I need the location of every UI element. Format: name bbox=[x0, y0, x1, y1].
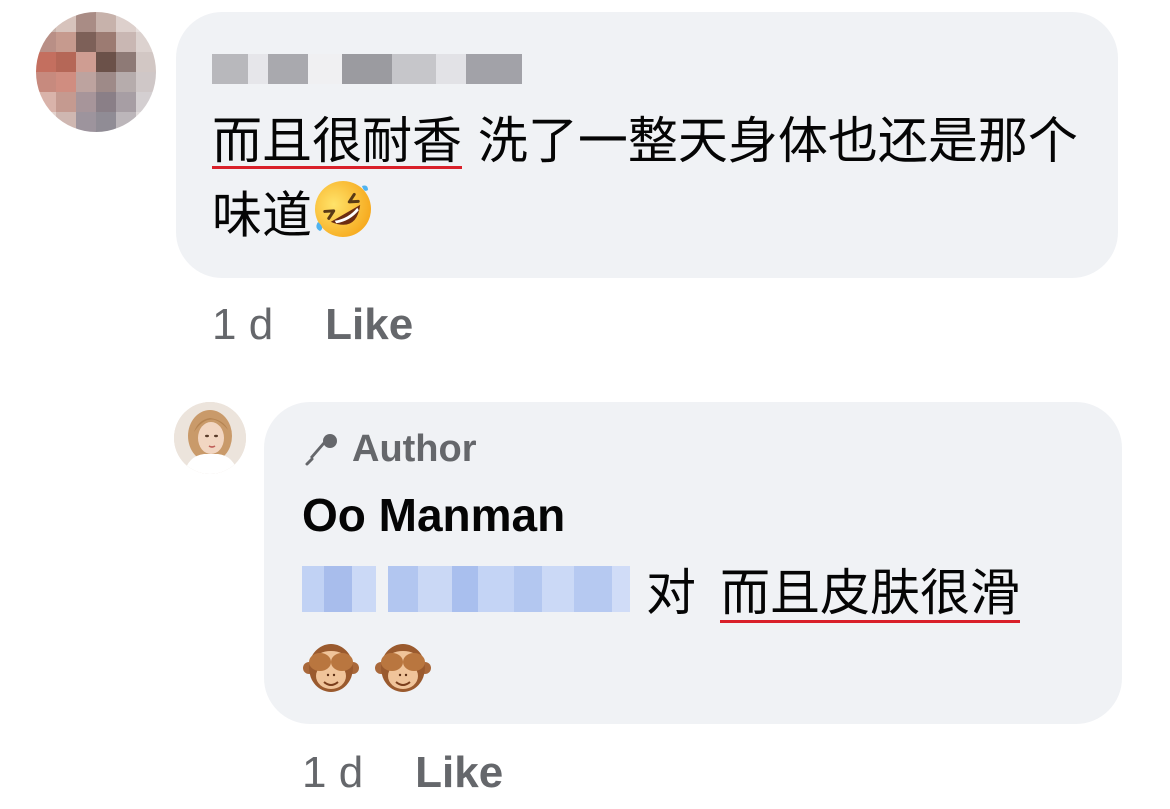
reply-word: 对 bbox=[646, 564, 696, 622]
comment-meta: 1 d Like bbox=[212, 300, 413, 350]
reply-text-underlined: 而且皮肤很滑 bbox=[720, 564, 1020, 622]
comment-text-underlined: 而且很耐香 bbox=[212, 112, 462, 170]
author-badge-label: Author bbox=[352, 428, 477, 470]
author-avatar[interactable] bbox=[174, 402, 246, 474]
microphone-icon bbox=[305, 433, 337, 465]
reply-text: 对 而且皮肤很滑 bbox=[302, 556, 1020, 622]
rolling-on-floor-laughing-icon bbox=[312, 178, 374, 260]
reply-meta: 1 d Like bbox=[302, 748, 503, 798]
commenter-avatar[interactable] bbox=[36, 12, 156, 132]
author-badge: Author bbox=[302, 428, 477, 471]
mention-tag-blurred[interactable] bbox=[302, 566, 630, 612]
comment-like-button[interactable]: Like bbox=[325, 300, 413, 350]
commenter-name-blurred[interactable] bbox=[212, 54, 522, 84]
reply-like-button[interactable]: Like bbox=[415, 748, 503, 798]
see-no-evil-monkey-icon bbox=[375, 644, 431, 692]
see-no-evil-monkey-icon bbox=[303, 644, 359, 692]
reply-emojis bbox=[302, 640, 432, 698]
reply-timestamp[interactable]: 1 d bbox=[302, 748, 363, 798]
comment-text: 而且很耐香 洗了一整天身体也还是那个味道 bbox=[212, 104, 1092, 260]
comment-timestamp[interactable]: 1 d bbox=[212, 300, 273, 350]
reply-author-name[interactable]: Oo Manman bbox=[302, 488, 565, 542]
